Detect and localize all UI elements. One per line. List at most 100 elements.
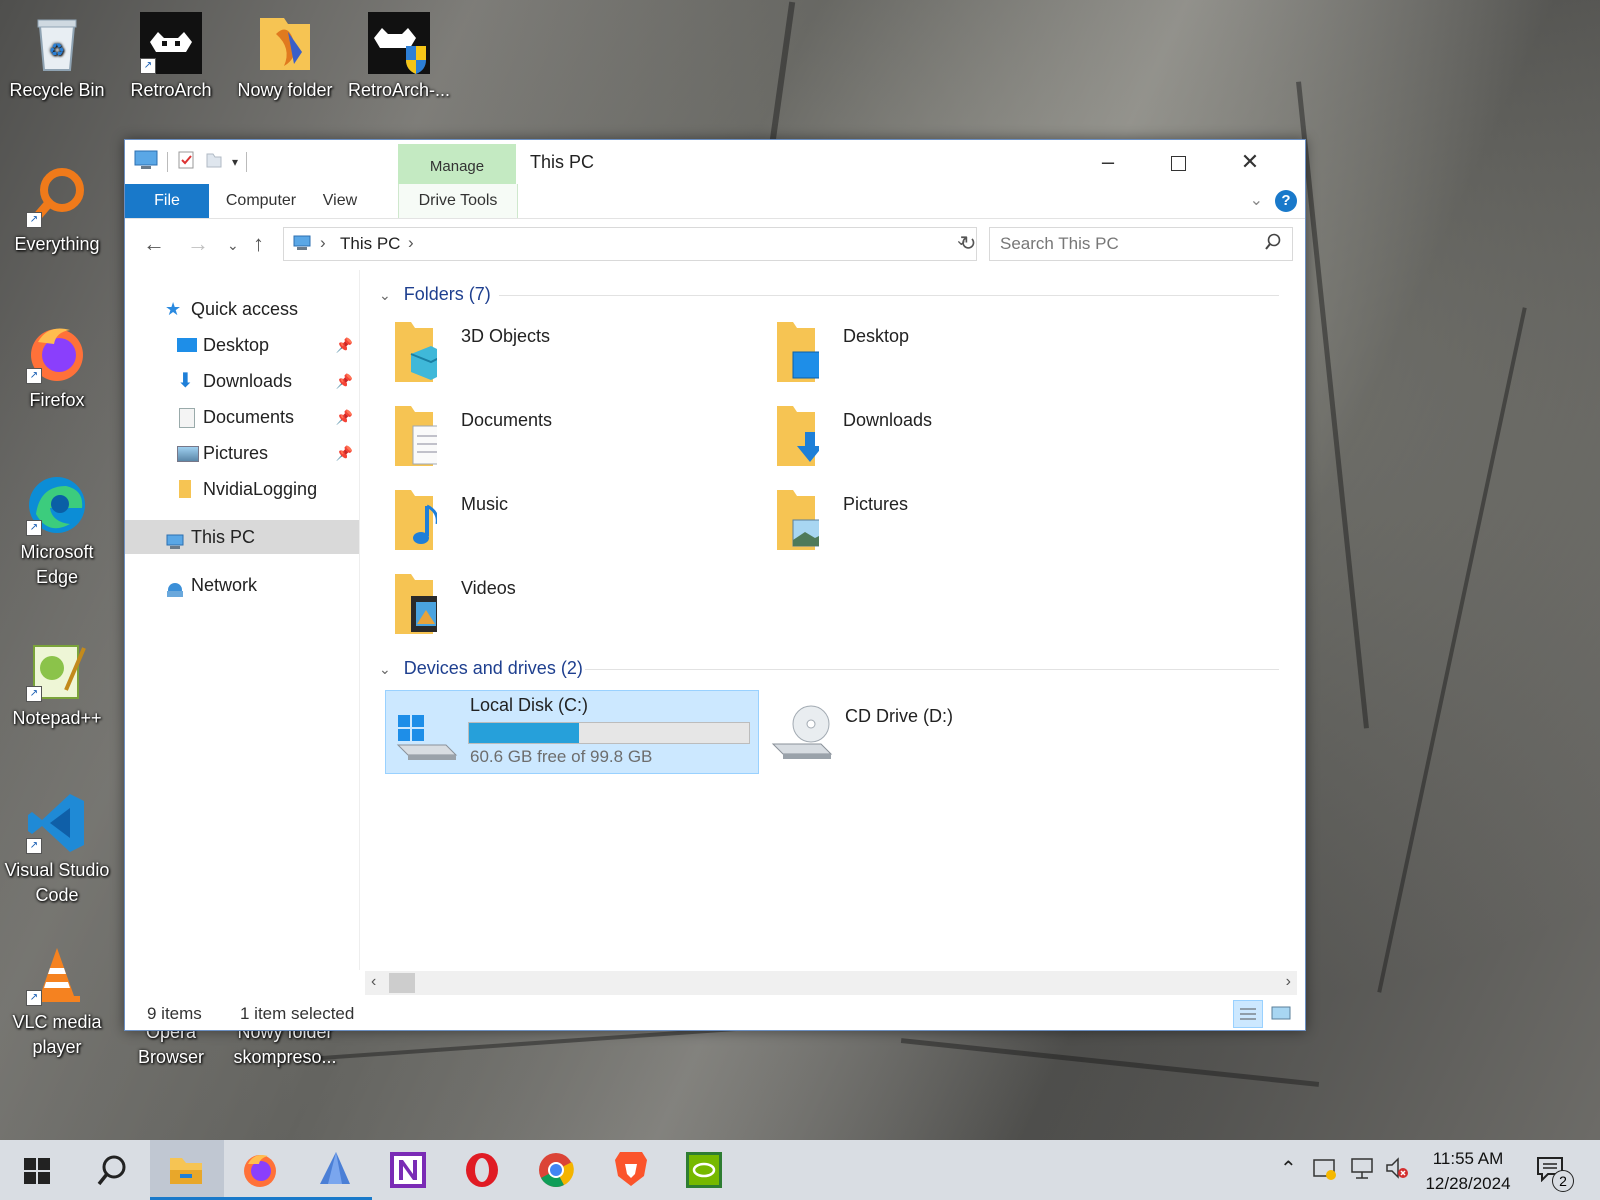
forward-arrow-icon[interactable]: →	[187, 231, 209, 257]
taskbar-file-explorer[interactable]	[150, 1140, 224, 1200]
search-button[interactable]	[74, 1140, 148, 1200]
folder-icon	[179, 480, 191, 498]
taskbar-opera[interactable]	[446, 1140, 520, 1200]
tab-computer[interactable]: Computer	[217, 184, 305, 218]
nav-item-nvidialogging[interactable]: NvidiaLogging	[125, 472, 359, 506]
taskbar-app-blue-crystal[interactable]	[298, 1140, 372, 1200]
title-bar[interactable]: ▾ Manage This PC – ✕	[125, 140, 1305, 184]
expand-ribbon-chevron-icon[interactable]: ⌄	[1250, 190, 1263, 210]
breadcrumb-separator-icon[interactable]: ›	[320, 233, 326, 253]
drive-local-disk-c[interactable]: Local Disk (C:) 60.6 GB free of 99.8 GB	[385, 690, 759, 774]
folder-documents[interactable]: Documents	[379, 402, 739, 478]
desktop-icon-retroarch-admin[interactable]: RetroArch-...	[344, 12, 454, 103]
folder-desktop[interactable]: Desktop	[761, 318, 1121, 394]
network-tray-icon[interactable]	[1350, 1156, 1376, 1188]
nav-item-documents[interactable]: Documents 📌	[125, 400, 359, 434]
help-icon[interactable]: ?	[1275, 190, 1297, 212]
folder-music[interactable]: Music	[379, 486, 739, 562]
firefox-icon	[244, 1155, 276, 1187]
nav-item-downloads[interactable]: ⬇ Downloads 📌	[125, 364, 359, 398]
customize-qat-chevron-icon[interactable]: ▾	[232, 155, 238, 169]
pin-icon[interactable]: 📌	[336, 400, 353, 434]
recent-locations-chevron-icon[interactable]: ⌄	[227, 237, 239, 254]
file-explorer-window[interactable]: ▾ Manage This PC – ✕ File Computer View …	[124, 139, 1306, 1031]
folders-group-header[interactable]: ⌄ Folders (7)	[379, 284, 1279, 305]
chrome-icon	[539, 1153, 574, 1187]
minimize-button[interactable]: –	[1073, 146, 1143, 178]
group-title: Devices and drives (2)	[403, 658, 583, 678]
folder-downloads[interactable]: Downloads	[761, 402, 1121, 478]
desktop-icon-retroarch[interactable]: ↗ RetroArch	[116, 12, 226, 103]
devices-group-header[interactable]: ⌄ Devices and drives (2)	[379, 658, 1279, 679]
details-view-icon[interactable]	[1233, 1000, 1263, 1028]
computer-icon[interactable]	[133, 149, 159, 176]
back-arrow-icon[interactable]: ←	[143, 231, 165, 257]
security-tray-icon[interactable]	[1312, 1156, 1338, 1188]
folder-videos[interactable]: Videos	[379, 570, 739, 646]
refresh-button[interactable]: ↻	[953, 227, 983, 261]
desktop-icon-label: RetroArch-...	[347, 80, 451, 100]
taskbar-chrome[interactable]	[520, 1140, 594, 1200]
nav-item-pictures[interactable]: Pictures 📌	[125, 436, 359, 470]
scroll-left-icon[interactable]: ‹	[371, 973, 376, 991]
horizontal-scrollbar[interactable]: ‹ ›	[365, 971, 1297, 995]
folder-3d-objects[interactable]: 3D Objects	[379, 318, 739, 394]
desktop-icon-vlc[interactable]: ↗ VLC media player	[2, 944, 112, 1060]
taskbar-nvidia[interactable]	[668, 1140, 742, 1200]
up-arrow-icon[interactable]: ↑	[253, 231, 264, 257]
desktop-icon-firefox[interactable]: ↗ Firefox	[2, 322, 112, 413]
tab-view[interactable]: View	[313, 184, 367, 218]
tab-drive-tools[interactable]: Drive Tools	[398, 184, 518, 218]
nav-item-desktop[interactable]: Desktop 📌	[125, 328, 359, 362]
nav-this-pc[interactable]: This PC	[125, 520, 359, 554]
scroll-thumb[interactable]	[389, 973, 415, 993]
nav-label: This PC	[191, 527, 256, 547]
scroll-right-icon[interactable]: ›	[1286, 973, 1291, 991]
desktop-icon-vscode[interactable]: ↗ Visual Studio Code	[2, 792, 112, 908]
desktop-icon-edge[interactable]: ↗ Microsoft Edge	[2, 474, 112, 590]
breadcrumb[interactable]: This PC	[340, 234, 400, 254]
volume-muted-icon[interactable]	[1384, 1156, 1410, 1188]
drive-free-space: 60.6 GB free of 99.8 GB	[470, 747, 653, 766]
search-icon[interactable]	[1264, 233, 1282, 256]
pin-icon[interactable]: 📌	[336, 364, 353, 398]
address-bar[interactable]: › This PC › ⌄	[283, 227, 977, 261]
search-input[interactable]: Search This PC	[989, 227, 1293, 261]
close-icon: ✕	[1240, 149, 1260, 174]
show-hidden-icons-chevron-icon[interactable]: ⌃	[1280, 1156, 1297, 1181]
recycle-bin-icon: ♻	[26, 12, 88, 74]
drive-cd-d[interactable]: CD Drive (D:)	[767, 690, 1139, 772]
nav-network[interactable]: Network	[125, 568, 359, 602]
content-pane[interactable]: ⌄ Folders (7) 3D Objects Desktop Documen…	[365, 270, 1297, 964]
drive-label: Local Disk (C:)	[470, 695, 589, 715]
breadcrumb-separator-icon[interactable]: ›	[408, 233, 414, 253]
taskbar-onenote[interactable]	[372, 1140, 446, 1200]
close-button[interactable]: ✕	[1215, 146, 1285, 178]
large-icons-view-icon[interactable]	[1267, 1000, 1295, 1026]
taskbar-clock[interactable]: 11:55 AM 12/28/2024	[1408, 1146, 1528, 1196]
desktop-icon-recycle-bin[interactable]: ♻ Recycle Bin	[2, 12, 112, 103]
desktop-icon-everything[interactable]: ↗ Everything	[2, 166, 112, 257]
this-pc-small-icon	[292, 234, 312, 257]
start-button[interactable]	[0, 1140, 74, 1200]
taskbar: ⌃ 11:55 AM 12/28/2024 2	[0, 1140, 1600, 1200]
pin-icon[interactable]: 📌	[336, 328, 353, 362]
properties-icon[interactable]	[176, 150, 196, 175]
new-folder-icon[interactable]	[204, 150, 224, 175]
nav-quick-access[interactable]: ★ Quick access	[125, 292, 359, 326]
collapse-chevron-icon[interactable]: ⌄	[379, 287, 391, 303]
taskbar-brave[interactable]	[594, 1140, 668, 1200]
tab-file[interactable]: File	[125, 184, 209, 218]
folder-pictures[interactable]: Pictures	[761, 486, 1121, 562]
opera-icon	[466, 1153, 498, 1187]
action-center-button[interactable]: 2	[1530, 1150, 1580, 1194]
videos-folder-icon	[395, 574, 437, 634]
desktop-icon-label: Firefox	[29, 390, 85, 410]
pin-icon[interactable]: 📌	[336, 436, 353, 470]
desktop-icon-notepadpp[interactable]: ↗ Notepad++	[2, 640, 112, 731]
tab-manage[interactable]: Manage	[398, 144, 516, 184]
collapse-chevron-icon[interactable]: ⌄	[379, 661, 391, 677]
maximize-button[interactable]	[1143, 146, 1213, 178]
taskbar-firefox[interactable]	[224, 1140, 298, 1200]
desktop-icon-nowy-folder[interactable]: Nowy folder	[230, 12, 340, 103]
